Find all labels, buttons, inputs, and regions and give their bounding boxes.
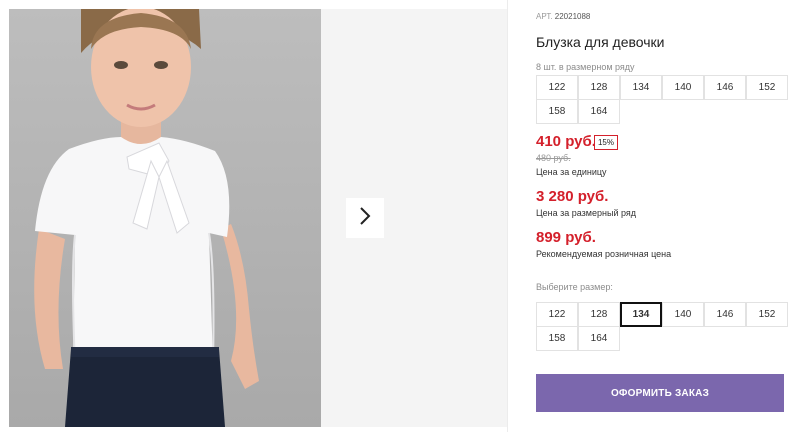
unit-price: 410 руб.	[536, 133, 596, 150]
size-row-cell: 140	[662, 75, 704, 100]
discount-badge: 15%	[594, 135, 618, 150]
old-price: 480 руб.	[536, 153, 571, 163]
retail-price: 899 руб.	[536, 229, 596, 246]
row-price: 3 280 руб.	[536, 188, 609, 205]
article-number: АРТ. 22021088	[536, 12, 590, 21]
chevron-right-icon	[359, 206, 371, 230]
size-row-cell: 128	[578, 75, 620, 100]
size-option[interactable]: 140	[662, 302, 704, 327]
article-value: 22021088	[554, 12, 591, 21]
size-row-cell: 122	[536, 75, 578, 100]
article-label: АРТ.	[536, 12, 553, 21]
size-row-cell: 152	[746, 75, 788, 100]
place-order-button[interactable]: ОФОРМИТЬ ЗАКАЗ	[536, 374, 784, 412]
size-option[interactable]: 152	[746, 302, 788, 327]
size-option[interactable]: 146	[704, 302, 746, 327]
size-option[interactable]: 158	[536, 326, 578, 351]
next-image-button[interactable]	[346, 198, 384, 238]
size-row-label: 8 шт. в размерном ряду	[536, 62, 635, 72]
size-option[interactable]: 128	[578, 302, 620, 327]
size-option[interactable]: 122	[536, 302, 578, 327]
size-option[interactable]: 164	[578, 326, 620, 351]
size-row-cell: 134	[620, 75, 662, 100]
row-price-caption: Цена за размерный ряд	[536, 208, 637, 218]
size-row-cell: 164	[578, 99, 620, 124]
product-photo	[9, 9, 321, 427]
unit-price-caption: Цена за единицу	[536, 167, 607, 177]
select-size-label: Выберите размер:	[536, 282, 613, 292]
size-option-selected[interactable]: 134	[620, 302, 662, 327]
panel-divider	[507, 0, 508, 432]
size-row-cell: 146	[704, 75, 746, 100]
retail-price-caption: Рекомендуемая розничная цена	[536, 249, 672, 259]
size-row-cell: 158	[536, 99, 578, 124]
product-title: Блузка для девочки	[536, 34, 665, 50]
